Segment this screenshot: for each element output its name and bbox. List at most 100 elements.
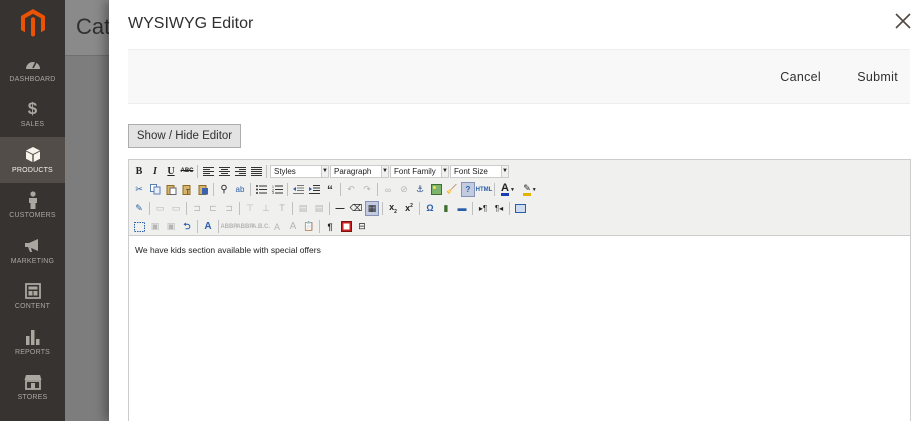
move-forward-button[interactable]: ▭ (169, 201, 183, 216)
horizontal-rule-button[interactable]: — (333, 201, 347, 216)
copy-format-button[interactable]: ▣ (164, 219, 178, 234)
page-break-button[interactable]: ⊟ (355, 219, 369, 234)
acronym-button[interactable]: A.B.C. (252, 219, 270, 234)
sidebar-item-marketing[interactable]: MARKETING (0, 228, 65, 274)
toolbar-separator (340, 183, 341, 197)
paste-icon (166, 185, 176, 196)
insert-image-button[interactable] (429, 182, 443, 197)
superscript-button[interactable]: x2 (402, 201, 416, 216)
show-blocks-button[interactable]: ¶ (323, 219, 337, 234)
scissors-icon: ✂ (135, 184, 143, 195)
strikethrough-button[interactable]: ABC (180, 164, 194, 179)
paste-word-button[interactable] (196, 182, 210, 197)
underline-button[interactable]: U (164, 164, 178, 179)
sidebar-item-dashboard[interactable]: DASHBOARD (0, 46, 65, 92)
paste-text-button[interactable]: T (180, 182, 194, 197)
font-size-select-label: Font Size (454, 166, 488, 176)
spellcheck-button[interactable]: A (201, 219, 215, 234)
align-center-button[interactable] (217, 164, 231, 179)
chevron-down-icon: ▼ (510, 186, 515, 193)
citation-button[interactable]: ⊥ (259, 201, 273, 216)
undo-button[interactable]: ↶ (344, 182, 358, 197)
font-size-select[interactable]: Font Size ▼ (450, 164, 509, 178)
edit-icon: ✎ (135, 202, 143, 213)
toolbar-separator (377, 183, 378, 197)
submit-button[interactable]: Submit (857, 70, 898, 84)
sidebar-item-sales[interactable]: $ SALES (0, 92, 65, 138)
advanced-hr-button[interactable]: ▬ (455, 201, 469, 216)
visual-aid-button[interactable]: ✎ (132, 201, 146, 216)
link-button[interactable]: ∞ (381, 182, 395, 197)
sidebar-item-products[interactable]: PRODUCTS (0, 137, 65, 183)
close-button[interactable] (894, 12, 912, 30)
align-right-icon (234, 166, 246, 176)
align-right-button[interactable] (233, 164, 247, 179)
font-family-select[interactable]: Font Family ▼ (390, 164, 449, 178)
media-button[interactable]: ▮ (439, 201, 453, 216)
select-all-button[interactable] (132, 219, 146, 234)
paragraph-select[interactable]: Paragraph ▼ (330, 164, 389, 178)
special-char-button[interactable]: Ω (423, 201, 437, 216)
print-button[interactable] (339, 219, 353, 234)
table-props-button[interactable]: ▤ (312, 201, 326, 216)
bullet-list-button[interactable] (254, 182, 268, 197)
editor-content[interactable]: We have kids section available with spec… (129, 236, 910, 264)
layer-icon: ▭ (155, 202, 165, 213)
sidebar-item-stores[interactable]: STORES (0, 365, 65, 411)
redo-button[interactable]: ↷ (360, 182, 374, 197)
deletion-icon: A (273, 221, 280, 232)
paste-button[interactable] (164, 182, 178, 197)
bold-button[interactable]: B (132, 164, 146, 179)
italic-button[interactable]: I (148, 164, 162, 179)
sidebar-item-customers[interactable]: CUSTOMERS (0, 183, 65, 229)
abbreviation-button[interactable]: T (275, 201, 289, 216)
copy-button[interactable] (148, 182, 162, 197)
unlink-button[interactable]: ⊘ (397, 182, 411, 197)
sidebar-item-content[interactable]: CONTENT (0, 274, 65, 320)
visual-aid-toggle-button[interactable]: ▦ (365, 200, 379, 216)
align-justify-button[interactable] (249, 164, 263, 179)
align-left-button[interactable] (201, 164, 215, 179)
wysiwyg-editor: B I U ABC Styles ▼ Paragraph ▼ Font Family… (128, 159, 911, 421)
cleanup-button[interactable]: 🧹 (445, 182, 459, 197)
deletion-button[interactable]: A (270, 219, 284, 234)
anchor-button[interactable]: ⚓ (413, 182, 427, 197)
insert-template-button[interactable]: ▣ (148, 219, 162, 234)
html-source-button[interactable]: HTML (476, 182, 493, 197)
insertion-button[interactable]: A (286, 219, 300, 234)
insert-layer-button[interactable]: ▭ (153, 201, 167, 216)
attributes-button[interactable]: ⊤ (243, 201, 257, 216)
styles-select[interactable]: Styles ▼ (270, 164, 329, 178)
fullscreen-button[interactable] (513, 201, 527, 216)
remove-format-button[interactable]: ⌫ (349, 201, 363, 216)
replace-button[interactable]: ab (233, 182, 247, 197)
show-hide-editor-button[interactable]: Show / Hide Editor (128, 124, 241, 148)
background-color-button[interactable]: ✎ ▼ (520, 182, 540, 197)
subscript-button[interactable]: x2 (386, 201, 400, 216)
move-backward-button[interactable]: ⊐ (190, 201, 204, 216)
ltr-button[interactable]: ▸¶ (476, 201, 490, 216)
paste-plain-button[interactable]: 📋 (302, 219, 316, 234)
absolute-position-button[interactable]: ⊏ (206, 201, 220, 216)
cancel-button[interactable]: Cancel (780, 70, 821, 84)
eraser-icon: ⌫ (349, 202, 363, 213)
magento-logo[interactable] (0, 0, 65, 46)
insert-time-button[interactable]: ABBR (236, 219, 253, 234)
modal-title: WYSIWYG Editor (128, 15, 254, 32)
blockquote-button[interactable]: “ (323, 182, 337, 197)
text-color-button[interactable]: A ▼ (498, 182, 518, 197)
style-button[interactable]: ⊐ (222, 201, 236, 216)
cut-button[interactable]: ✂ (132, 182, 146, 197)
nonbreaking-button[interactable]: ⮌ (180, 219, 194, 234)
sidebar-item-reports[interactable]: REPORTS (0, 319, 65, 365)
indent-button[interactable] (307, 182, 321, 197)
insert-date-button[interactable]: ABBR (220, 219, 237, 234)
find-button[interactable]: ⚲ (217, 182, 231, 197)
numbered-list-button[interactable]: 123 (270, 182, 284, 197)
help-button[interactable]: ? (461, 182, 475, 198)
outdent-button[interactable] (291, 182, 305, 197)
insert-table-button[interactable]: ▤ (296, 201, 310, 216)
rtl-icon: ¶◂ (494, 203, 504, 213)
toolbar-row: ✂ T ⚲ ab 123 “ ↶ ↷ ∞ ⊘ ⚓ 🧹 ? HTML A ▼ ✎ … (132, 181, 907, 200)
rtl-button[interactable]: ¶◂ (492, 201, 506, 216)
